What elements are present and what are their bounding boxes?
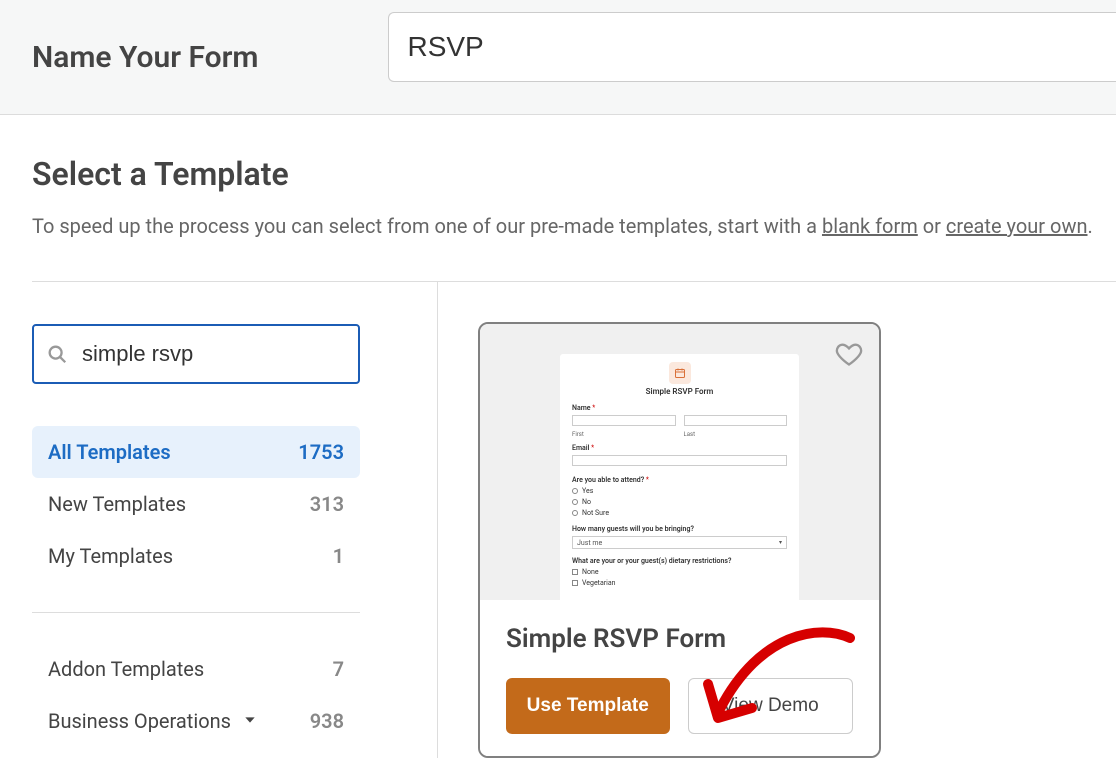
create-own-link[interactable]: create your own [946, 214, 1088, 238]
template-card[interactable]: Simple RSVP Form Name First Last Email A… [478, 322, 881, 758]
sidebar-item-new-templates[interactable]: New Templates 313 [32, 478, 360, 530]
sidebar-item-my-templates[interactable]: My Templates 1 [32, 530, 360, 582]
category-list-top: All Templates 1753 New Templates 313 My … [32, 426, 391, 582]
sidebar-item-label: New Templates [48, 492, 186, 516]
form-name-input[interactable] [388, 12, 1116, 82]
sidebar-item-label: Business Operations [48, 709, 231, 733]
blank-form-link[interactable]: blank form [822, 214, 918, 238]
page-title: Name Your Form [32, 40, 258, 75]
view-demo-button[interactable]: View Demo [688, 678, 854, 734]
category-list-bottom: Addon Templates 7 Business Operations 93… [32, 643, 391, 747]
sidebar-item-count: 938 [310, 709, 344, 733]
calendar-icon [674, 367, 686, 379]
search-input[interactable] [32, 324, 360, 384]
search-icon [46, 343, 68, 365]
sidebar-item-business-operations[interactable]: Business Operations 938 [32, 695, 360, 747]
use-template-button[interactable]: Use Template [506, 678, 670, 734]
template-preview: Simple RSVP Form Name First Last Email A… [480, 324, 879, 600]
sidebar-item-count: 1 [333, 544, 344, 568]
heart-icon[interactable] [835, 340, 863, 368]
sidebar-item-label: My Templates [48, 544, 173, 568]
sidebar-item-label: Addon Templates [48, 657, 204, 681]
chevron-down-icon [242, 712, 258, 728]
template-preview-thumb: Simple RSVP Form Name First Last Email A… [560, 354, 799, 600]
sidebar-item-label: All Templates [48, 440, 171, 464]
sidebar-item-all-templates[interactable]: All Templates 1753 [32, 426, 360, 478]
template-area: Simple RSVP Form Name First Last Email A… [438, 282, 1116, 758]
sidebar-divider [32, 612, 360, 613]
sidebar-item-count: 1753 [298, 440, 344, 464]
section-subtitle: To speed up the process you can select f… [32, 211, 1116, 241]
template-card-title: Simple RSVP Form [506, 624, 853, 654]
sidebar-item-count: 7 [333, 657, 344, 681]
section-title: Select a Template [32, 155, 1116, 193]
sidebar-item-addon-templates[interactable]: Addon Templates 7 [32, 643, 360, 695]
sidebar-item-count: 313 [310, 492, 344, 516]
sidebar: All Templates 1753 New Templates 313 My … [32, 282, 438, 758]
